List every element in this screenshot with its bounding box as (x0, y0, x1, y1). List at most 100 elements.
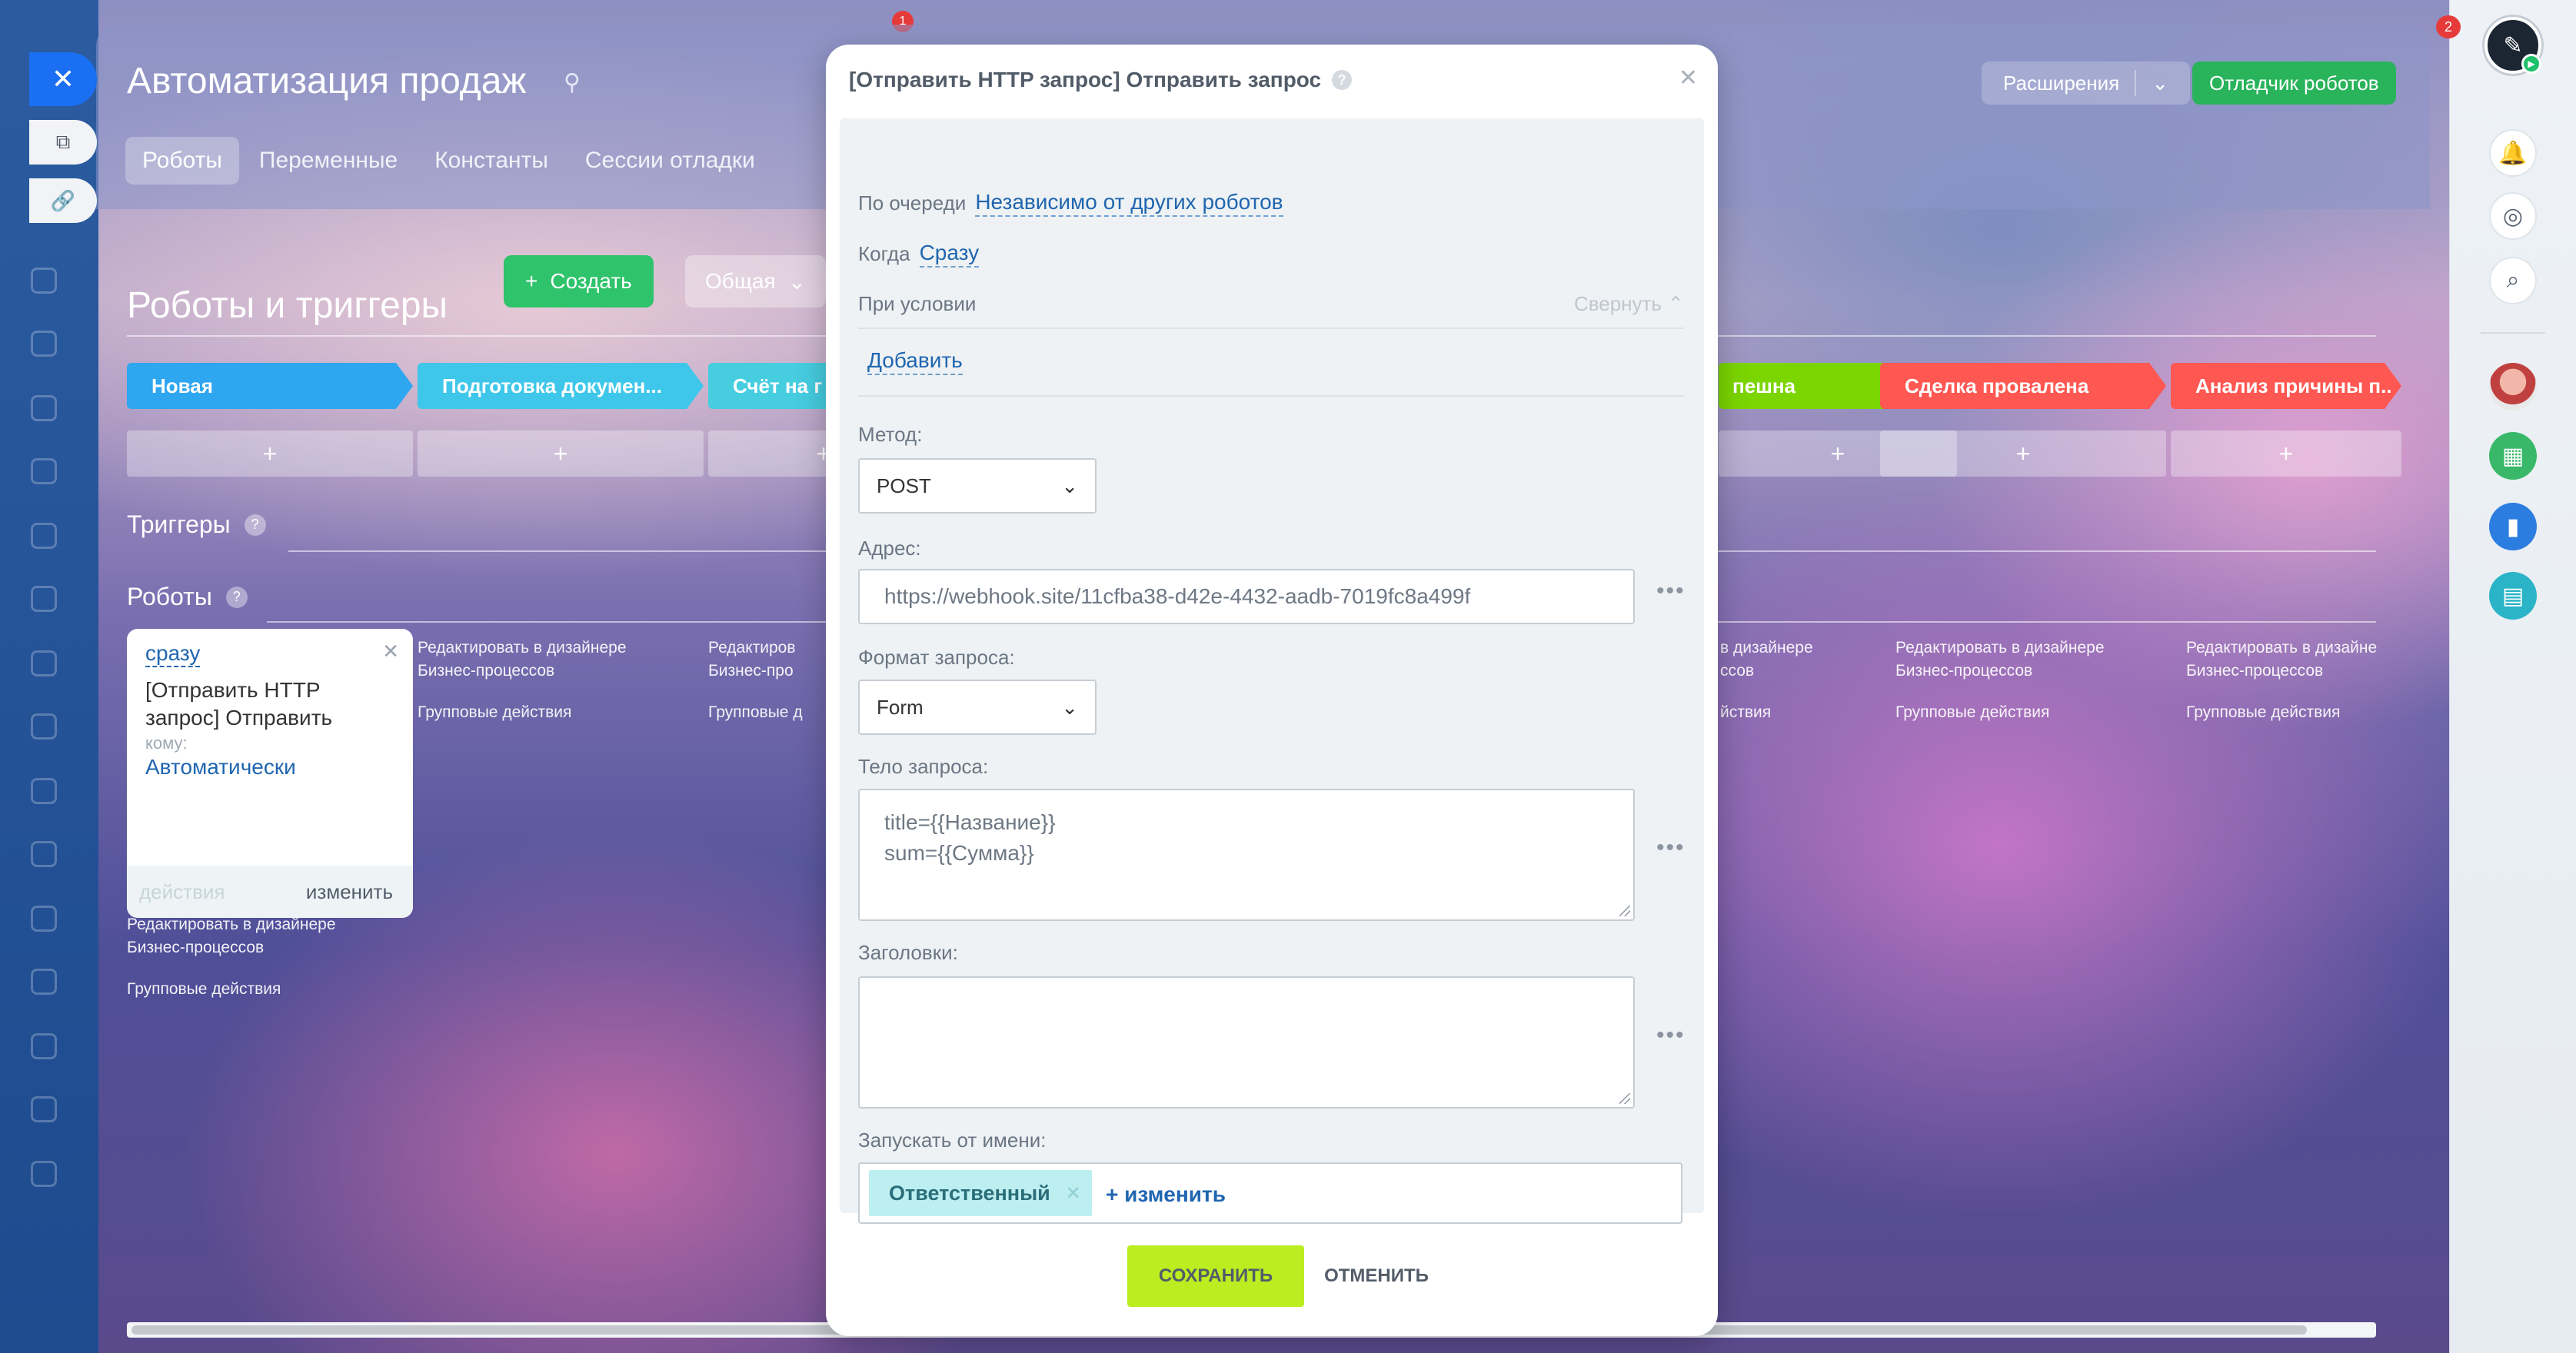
queue-link[interactable]: Независимо от других роботов (975, 189, 1283, 217)
edit-in-designer-link[interactable]: Редактиров Бизнес-про (708, 637, 816, 683)
robot-settings-dialog: [Отправить HTTP запрос] Отправить запрос… (826, 45, 1718, 1336)
nav-icon (31, 523, 57, 549)
slider-close-button[interactable]: ✕ (29, 52, 97, 106)
body-textarea[interactable]: title={{Название}} sum={{Сумма}} (858, 789, 1635, 921)
button-separator (2135, 70, 2137, 96)
extensions-button[interactable]: Расширения ⌄ (1982, 62, 2190, 105)
more-icon[interactable]: ••• (1656, 835, 1686, 861)
robot-when-link[interactable]: сразу (145, 641, 201, 667)
change-user-link[interactable]: + изменить (1106, 1182, 1226, 1207)
format-value: Form (877, 695, 924, 719)
save-button[interactable]: СОХРАНИТЬ (1127, 1245, 1304, 1307)
add-trigger-button[interactable]: + (127, 430, 413, 477)
collapse-toggle[interactable]: Свернуть ⌃ (1574, 292, 1684, 316)
add-condition-link[interactable]: Добавить (867, 347, 963, 375)
create-button[interactable]: + Создать (504, 255, 654, 308)
pen-icon: ✎ (2503, 32, 2523, 58)
stage-docs[interactable]: Подготовка докумен... (418, 363, 704, 409)
robots-label: Роботы (127, 583, 212, 610)
resize-handle[interactable] (1619, 906, 1630, 916)
headers-textarea[interactable] (858, 976, 1635, 1109)
more-icon[interactable]: ••• (1656, 1022, 1686, 1049)
tab-variables[interactable]: Переменные (242, 137, 414, 184)
group-actions-link[interactable]: Групповые действия (2186, 701, 2340, 724)
grid-icon: ▦ (2501, 443, 2524, 469)
when-link[interactable]: Сразу (919, 240, 980, 268)
group-actions-link[interactable]: Групповые действия (418, 701, 571, 724)
stage-analysis[interactable]: Анализ причины п.. (2171, 363, 2401, 409)
edit-in-designer-link[interactable]: в дизайнере ссов (1720, 637, 1851, 683)
dialog-close-button[interactable]: ✕ (1679, 65, 1698, 91)
robot-to-value[interactable]: Автоматически (145, 755, 296, 780)
group-actions-link[interactable]: йствия (1720, 701, 1771, 724)
when-row: Когда Сразу (858, 240, 980, 268)
nav-icon (31, 841, 57, 867)
copy-link-button[interactable]: 🔗 (29, 178, 97, 223)
tab-robots[interactable]: Роботы (125, 137, 239, 184)
activity-button[interactable]: ◎ (2489, 192, 2537, 240)
tab-constants[interactable]: Константы (418, 137, 565, 184)
nav-icon (31, 969, 57, 995)
close-icon[interactable]: ✕ (382, 640, 399, 663)
copilot-button[interactable]: ✎ ▶ (2484, 17, 2541, 74)
robot-name: [Отправить HTTP запрос] Отправить (145, 678, 333, 730)
cancel-button[interactable]: ОТМЕНИТЬ (1315, 1245, 1438, 1307)
user-tag-label: Ответственный (889, 1181, 1050, 1205)
when-label: Когда (858, 241, 910, 265)
user-tag[interactable]: Ответственный ✕ (869, 1170, 1092, 1216)
tab-debug-sessions[interactable]: Сессии отладки (568, 137, 772, 184)
stage-label: Анализ причины п.. (2195, 374, 2392, 397)
robot-debugger-button[interactable]: Отладчик роботов (2192, 62, 2396, 105)
pin-icon[interactable]: ⚲ (564, 69, 581, 96)
user-avatar[interactable] (2489, 363, 2537, 411)
general-dropdown[interactable]: Общая ⌄ (685, 255, 827, 308)
edit-in-designer-link[interactable]: Редактировать в дизайнере Бизнес-процесс… (127, 913, 388, 959)
stage-label: Счёт на г (733, 374, 823, 397)
edit-in-designer-link[interactable]: Редактировать в дизайнере Бизнес-процесс… (418, 637, 679, 683)
remove-tag-icon[interactable]: ✕ (1066, 1182, 1081, 1205)
nav-icon (31, 1033, 57, 1059)
tabs: Роботы Переменные Константы Сессии отлад… (125, 137, 772, 184)
bell-icon: 🔔 (2498, 140, 2528, 166)
add-condition-row: Добавить (867, 347, 963, 375)
add-trigger-button[interactable]: + (2171, 430, 2401, 477)
app-shortcut-green[interactable]: ▦ (2489, 432, 2537, 480)
run-as-label: Запускать от имени: (858, 1129, 1047, 1152)
address-input[interactable]: https://webhook.site/11cfba38-d42e-4432-… (858, 569, 1635, 624)
run-as-field[interactable]: Ответственный ✕ + изменить (858, 1162, 1682, 1224)
help-icon[interactable]: ? (1332, 70, 1353, 90)
method-select[interactable]: POST ⌄ (858, 458, 1097, 514)
edit-in-designer-link[interactable]: Редактировать в дизайнере Бизнес-процесс… (1895, 637, 2157, 683)
resize-handle[interactable] (1619, 1093, 1630, 1104)
robot-actions-link[interactable]: действия (139, 880, 225, 904)
more-icon[interactable]: ••• (1656, 578, 1686, 604)
group-actions-link[interactable]: Групповые действия (1895, 701, 2049, 724)
open-new-window-button[interactable]: ⧉ (29, 120, 97, 165)
notifications-button[interactable]: 🔔 (2489, 129, 2537, 177)
group-actions-link[interactable]: Групповые действия (127, 978, 281, 1001)
section-title: Роботы и триггеры (127, 285, 448, 326)
nav-icon (31, 395, 57, 421)
group-actions-link[interactable]: Групповые д (708, 701, 803, 724)
help-icon[interactable]: ? (244, 514, 266, 536)
stage-new[interactable]: Новая (127, 363, 413, 409)
nav-icon (31, 586, 57, 612)
nav-icon (31, 713, 57, 740)
nav-icon (31, 331, 57, 357)
edit-in-designer-link[interactable]: Редактировать в дизайне Бизнес-процессов (2186, 637, 2409, 683)
help-icon[interactable]: ? (225, 586, 248, 608)
body-line: title={{Название}} (884, 810, 1056, 834)
nav-icon (31, 1096, 57, 1122)
format-select[interactable]: Form ⌄ (858, 680, 1097, 735)
stage-label: Сделка провалена (1905, 374, 2089, 397)
robot-edit-link[interactable]: изменить (306, 880, 393, 904)
robot-card[interactable]: сразу ✕ [Отправить HTTP запрос] Отправит… (127, 629, 413, 918)
headers-label: Заголовки: (858, 941, 958, 964)
app-shortcut-blue[interactable]: ▮ (2489, 503, 2537, 550)
add-trigger-button[interactable]: + (1880, 430, 2166, 477)
plus-icon: + (525, 269, 538, 293)
add-trigger-button[interactable]: + (418, 430, 704, 477)
app-shortcut-teal[interactable]: ▤ (2489, 572, 2537, 620)
stage-failed[interactable]: Сделка провалена (1880, 363, 2166, 409)
chat-search-button[interactable]: ⌕ (2489, 257, 2537, 304)
